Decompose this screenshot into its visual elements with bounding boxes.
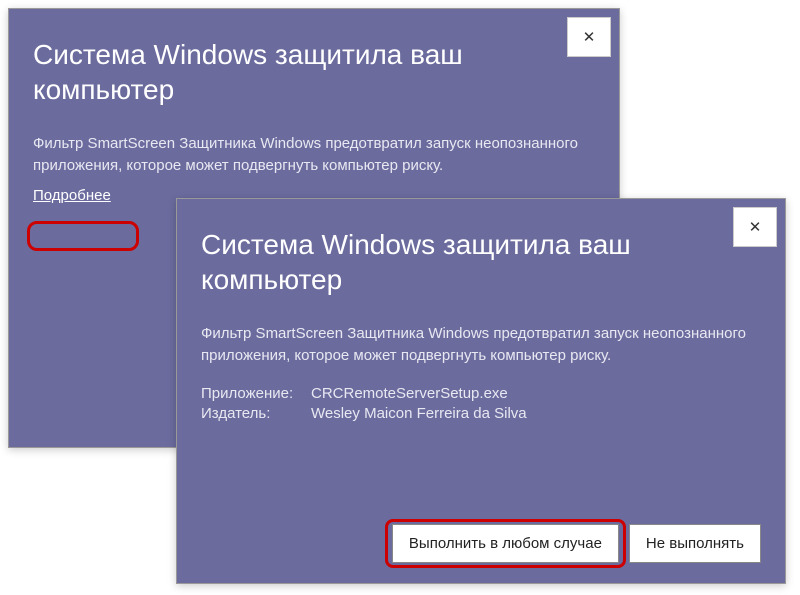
close-button[interactable]: ✕ <box>733 207 777 247</box>
app-info-block: Приложение: CRCRemoteServerSetup.exe Изд… <box>177 371 785 429</box>
app-value: CRCRemoteServerSetup.exe <box>311 385 761 402</box>
highlight-annotation <box>27 221 139 251</box>
button-row: Выполнить в любом случае Не выполнять <box>392 524 761 563</box>
dialog-title: Система Windows защитила ваш компьютер <box>9 9 619 113</box>
app-name-row: Приложение: CRCRemoteServerSetup.exe <box>201 385 761 402</box>
dont-run-button[interactable]: Не выполнять <box>629 524 761 563</box>
close-button[interactable]: ✕ <box>567 17 611 57</box>
run-anyway-button[interactable]: Выполнить в любом случае <box>392 524 619 563</box>
publisher-row: Издатель: Wesley Maicon Ferreira da Silv… <box>201 405 761 422</box>
dialog-body-text: Фильтр SmartScreen Защитника Windows пре… <box>9 113 619 181</box>
app-label: Приложение: <box>201 385 311 402</box>
smartscreen-dialog-expanded: ✕ Система Windows защитила ваш компьютер… <box>176 198 786 584</box>
publisher-value: Wesley Maicon Ferreira da Silva <box>311 405 761 422</box>
more-info-link[interactable]: Подробнее <box>33 187 111 204</box>
publisher-label: Издатель: <box>201 405 311 422</box>
dialog-body-text: Фильтр SmartScreen Защитника Windows пре… <box>177 303 785 371</box>
dialog-title: Система Windows защитила ваш компьютер <box>177 199 785 303</box>
run-anyway-label: Выполнить в любом случае <box>409 535 602 552</box>
